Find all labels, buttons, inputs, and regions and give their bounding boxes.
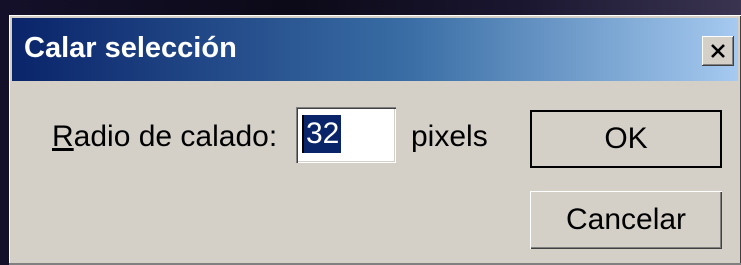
feather-radius-input[interactable]: 32: [296, 107, 396, 163]
label-text: adio de calado:: [73, 120, 278, 153]
close-icon: [710, 44, 726, 58]
ok-button-label: OK: [604, 122, 648, 155]
dialog-title: Calar selección: [24, 32, 237, 64]
feather-dialog: Calar selección Radio de calado: 32 pixe…: [9, 15, 741, 265]
ok-button[interactable]: OK: [530, 110, 722, 168]
cancel-button-label: Cancelar: [565, 203, 687, 236]
label-accelerator: R: [52, 120, 74, 153]
cancel-button[interactable]: Cancelar: [530, 191, 722, 249]
units-label: pixels: [411, 120, 488, 153]
feather-radius-value: 32: [304, 115, 342, 153]
close-button[interactable]: [702, 36, 734, 66]
title-bar[interactable]: Calar selección: [12, 18, 738, 81]
text-caret: [302, 115, 304, 153]
feather-radius-label: Radio de calado:: [52, 117, 277, 157]
